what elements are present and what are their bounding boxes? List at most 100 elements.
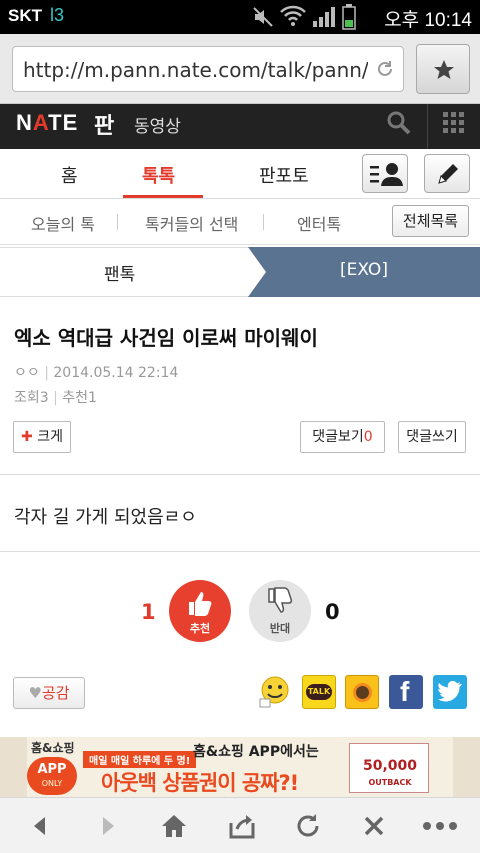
- write-button[interactable]: [424, 154, 470, 193]
- ad-banner[interactable]: 홈&쇼핑 APP ONLY 매일 매일 하루에 두 명! 홈&쇼핑 APP에서는…: [27, 737, 453, 797]
- thumbs-up-icon: [189, 592, 212, 616]
- url-text[interactable]: http://m.pann.nate.com/talk/pann/: [23, 58, 368, 82]
- network-indicator: l3: [50, 5, 65, 25]
- wifi-icon: [280, 5, 306, 26]
- plus-icon: ✚: [21, 429, 33, 445]
- facebook-glyph: f: [400, 676, 410, 707]
- recommend-count: 추천1: [62, 390, 97, 406]
- up-vote-count: 1: [141, 600, 156, 624]
- logo-letter: A: [32, 110, 49, 135]
- reload-icon[interactable]: [375, 59, 395, 79]
- refresh-icon[interactable]: [294, 812, 322, 840]
- logo-letter: E: [62, 110, 79, 135]
- bookmark-button[interactable]: [416, 44, 470, 94]
- pann-link[interactable]: 판: [94, 108, 114, 140]
- subtab-today[interactable]: 오늘의 톡: [31, 211, 95, 235]
- subtab-separator: [263, 214, 264, 230]
- banner-headline: 아웃백 상품권이 공짜?!: [101, 771, 299, 795]
- subtab-entertainment[interactable]: 엔터톡: [297, 211, 341, 235]
- thumbs-down-icon: [268, 587, 293, 613]
- banner-brand: 홈&쇼핑: [31, 741, 75, 755]
- down-vote-count: 0: [325, 600, 340, 624]
- signal-icon: [313, 7, 335, 27]
- back-icon[interactable]: [26, 812, 54, 840]
- twitter-icon[interactable]: [433, 675, 467, 709]
- facebook-icon[interactable]: f: [389, 675, 423, 709]
- article-stats: 조회3 | 추천1: [14, 387, 97, 407]
- star-icon: [434, 60, 454, 79]
- sub-tabs: 오늘의 톡 톡커들의 선택 엔터톡 전체목록: [0, 199, 480, 245]
- article-title: 엑소 역대급 사건임 이로써 마이웨이: [14, 326, 318, 350]
- article-meta: ㅇㅇ | 2014.05.14 22:14: [14, 362, 178, 382]
- logo-text: NATE: [16, 110, 78, 135]
- browser-toolbar: http://m.pann.nate.com/talk/pann/: [0, 34, 480, 104]
- logo-letter: N: [16, 110, 33, 135]
- close-icon[interactable]: [360, 812, 388, 840]
- menu-grid-icon[interactable]: [443, 112, 465, 134]
- author-name: ㅇㅇ: [14, 365, 40, 381]
- user-list-icon: [370, 163, 403, 186]
- heart-icon: ♥: [28, 684, 42, 702]
- subtab-separator: [117, 214, 118, 230]
- pencil-icon: [438, 164, 458, 184]
- clock: 오후 10:14: [384, 10, 472, 31]
- article-body: 각자 길 가게 되었음ㄹㅇ: [14, 507, 197, 528]
- divider: [0, 474, 480, 475]
- coupon-brand: OUTBACK: [368, 778, 412, 787]
- emoticon-icon[interactable]: [258, 675, 292, 709]
- breadcrumb-category[interactable]: 팬톡: [104, 260, 135, 285]
- like-button[interactable]: ♥공감: [13, 677, 85, 709]
- nate-logo[interactable]: NATE: [16, 110, 78, 136]
- status-bar: SKT l3 오후 10:14: [0, 0, 480, 34]
- tab-talk[interactable]: 톡톡: [142, 162, 175, 188]
- comment-count: 0: [363, 429, 373, 445]
- like-label: 공감: [41, 684, 70, 702]
- enlarge-label: 크게: [37, 429, 63, 445]
- oppose-label: 반대: [269, 622, 291, 635]
- banner-app-text: 홈&쇼핑 APP에서는: [193, 744, 319, 760]
- site-header: NATE 판 동영상: [0, 104, 480, 149]
- header-divider: [427, 104, 428, 149]
- tab-photo[interactable]: 판포토: [259, 162, 309, 188]
- app-badge-label: APP: [37, 762, 67, 777]
- view-comments-button[interactable]: 댓글보기0: [300, 421, 385, 453]
- tab-home[interactable]: 홈: [61, 162, 78, 188]
- search-icon[interactable]: [386, 110, 412, 136]
- post-date: 2014.05.14 22:14: [53, 365, 179, 381]
- kakaostory-lens: [353, 683, 372, 702]
- recommend-button[interactable]: 추천: [169, 580, 231, 642]
- carrier-label: SKT: [8, 6, 42, 25]
- forward-icon[interactable]: [94, 812, 122, 840]
- home-icon[interactable]: [160, 812, 188, 840]
- share-icon[interactable]: [228, 812, 256, 840]
- app-badge: APP ONLY: [27, 757, 77, 795]
- my-page-button[interactable]: [362, 154, 408, 193]
- mute-icon: [253, 7, 273, 27]
- view-comments-label: 댓글보기: [312, 429, 364, 445]
- enlarge-button[interactable]: ✚ 크게: [13, 421, 71, 453]
- main-tabs: 홈 톡톡 판포토: [0, 149, 480, 199]
- kakaotalk-badge: TALK: [306, 684, 332, 700]
- video-link[interactable]: 동영상: [134, 112, 181, 137]
- twitter-bird: [438, 681, 462, 702]
- subtab-choice[interactable]: 톡커들의 선택: [145, 211, 238, 235]
- meta-separator: |: [44, 365, 54, 381]
- more-icon[interactable]: [422, 812, 458, 840]
- meta-separator: |: [53, 390, 63, 406]
- browser-bottom-nav: [0, 797, 480, 853]
- coupon-value: 50,000: [362, 758, 418, 774]
- write-comment-button[interactable]: 댓글쓰기: [398, 421, 466, 453]
- active-tab-indicator: [123, 195, 203, 198]
- battery-icon: [342, 4, 356, 30]
- oppose-button[interactable]: 반대: [249, 580, 311, 642]
- breadcrumb: 팬톡 [EXO]: [0, 247, 480, 297]
- address-bar[interactable]: http://m.pann.nate.com/talk/pann/: [12, 46, 404, 92]
- coupon-image: 50,000 OUTBACK: [349, 743, 429, 793]
- divider: [0, 551, 480, 552]
- all-list-button[interactable]: 전체목록: [392, 205, 469, 237]
- breadcrumb-board[interactable]: [EXO]: [340, 260, 388, 280]
- banner-promo-tag: 매일 매일 하루에 두 명!: [83, 751, 197, 768]
- kakaostory-icon[interactable]: [345, 675, 379, 709]
- kakaotalk-icon[interactable]: TALK: [302, 675, 336, 709]
- view-count: 조회3: [14, 390, 49, 406]
